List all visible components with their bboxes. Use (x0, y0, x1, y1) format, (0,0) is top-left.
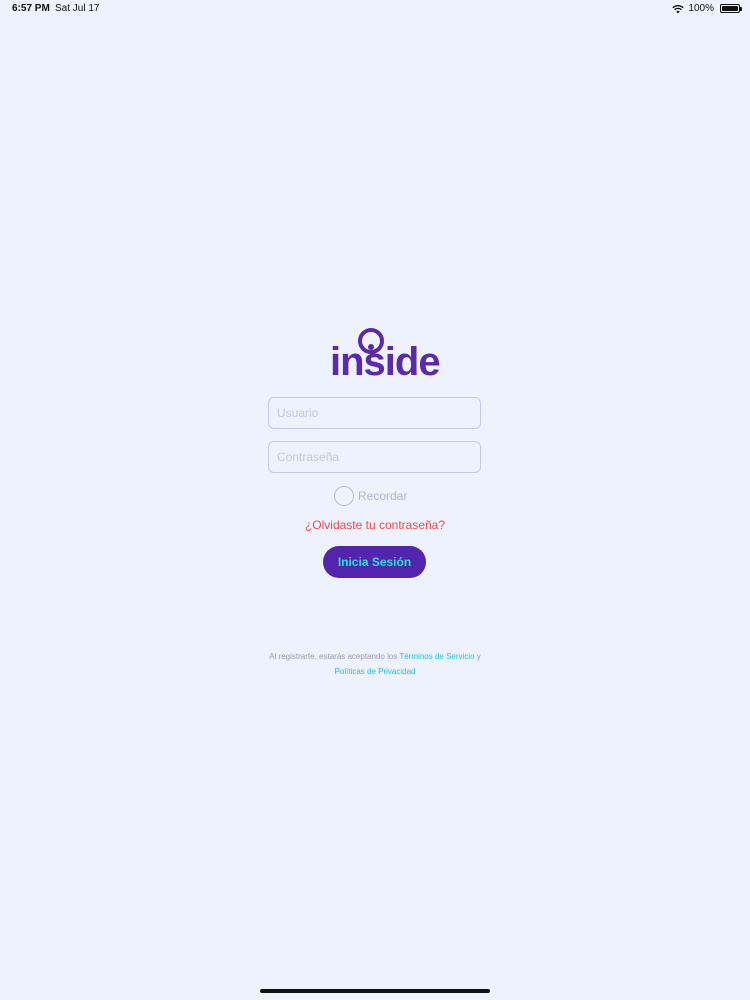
inside-logo: inside (330, 328, 441, 382)
password-input[interactable] (268, 441, 481, 473)
remember-radio[interactable] (334, 486, 354, 506)
home-indicator[interactable] (260, 989, 490, 993)
terms-link[interactable]: Términos de Servicio (399, 652, 474, 661)
legal-text: Al registrarte, estarás aceptando los Té… (0, 652, 750, 661)
status-bar: 6:57 PM Sat Jul 17 100% (0, 0, 750, 20)
wifi-icon (672, 4, 685, 13)
login-button[interactable]: Inicia Sesión (323, 546, 426, 578)
status-date: Sat Jul 17 (55, 3, 100, 14)
privacy-link[interactable]: Políticas de Privacidad (335, 667, 416, 676)
login-screen: 6:57 PM Sat Jul 17 100% inside Recordar … (0, 0, 750, 1000)
battery-icon (720, 4, 742, 13)
battery-percent: 100% (688, 3, 714, 14)
username-input[interactable] (268, 397, 481, 429)
battery-cap (740, 7, 742, 11)
status-right: 100% (672, 3, 742, 14)
battery-fill (722, 6, 738, 11)
remember-label: Recordar (358, 489, 408, 503)
legal-prefix: Al registrarte, estarás aceptando los (269, 652, 400, 661)
remember-toggle[interactable]: Recordar (334, 486, 407, 506)
legal-conjunction: y (474, 652, 481, 661)
logo-text: inside (330, 340, 441, 384)
legal-text-line2: Políticas de Privacidad (0, 667, 750, 676)
status-time: 6:57 PM (12, 3, 50, 14)
forgot-password-link[interactable]: ¿Olvidaste tu contraseña? (0, 518, 750, 532)
